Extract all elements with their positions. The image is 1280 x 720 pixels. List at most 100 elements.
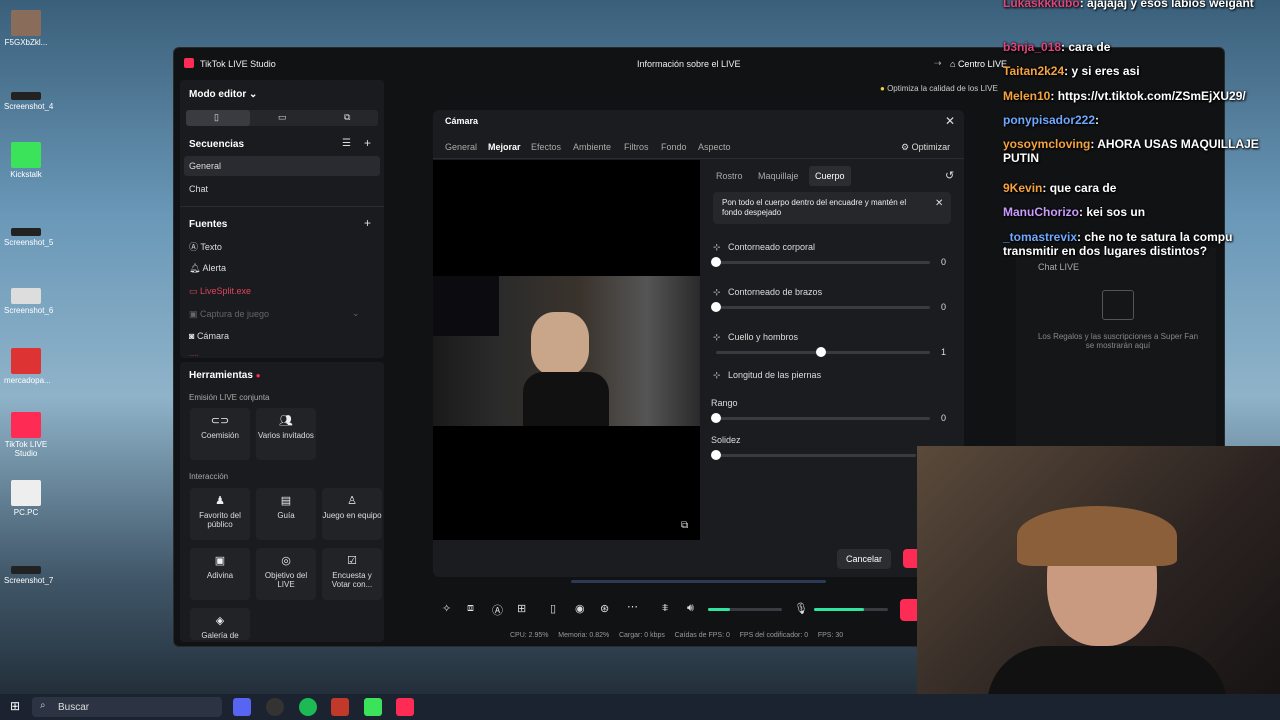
slider-knob[interactable] — [815, 347, 826, 357]
chat-message: Melen10: https://vt.tiktok.com/ZSmEjXU29… — [1003, 89, 1246, 103]
kick-icon[interactable] — [364, 698, 382, 716]
discord-icon[interactable] — [233, 698, 251, 716]
slider-knob[interactable] — [711, 257, 721, 267]
tiktok-icon[interactable] — [396, 698, 414, 716]
solidez-slider[interactable] — [716, 454, 916, 457]
divider — [180, 206, 384, 207]
sequence-item-chat[interactable]: Chat — [189, 184, 208, 194]
adivina-button[interactable]: ▣ Adivina — [190, 548, 250, 600]
speaker-icon[interactable]: 🔊︎ — [687, 602, 694, 615]
source-partial[interactable]: ..... — [189, 351, 199, 357]
optimize-hint[interactable]: ● Optimiza la calidad de los LIVE — [880, 84, 998, 93]
list-icon[interactable]: ☰ — [342, 138, 351, 149]
optimize-button[interactable]: ⚙ Optimizar — [901, 142, 950, 153]
taskbar-search[interactable]: ⌕ Buscar — [32, 697, 222, 717]
desktop-icon-mercadopago[interactable]: mercadopa... — [4, 348, 51, 385]
portrait-icon: ▯ — [214, 112, 219, 122]
record-icon[interactable]: ◉ — [575, 602, 585, 615]
chat-user: _tomastrevix — [1003, 230, 1078, 244]
landscape-icon[interactable]: ▭ — [278, 112, 287, 123]
desktop-icon-label: Kickstalk — [10, 170, 42, 179]
desktop-icon-screenshot6[interactable]: Screenshot_6 — [4, 288, 53, 315]
contorneado-corporal-slider[interactable] — [716, 261, 930, 264]
desktop-icon-screenshot5[interactable]: Screenshot_5 — [4, 228, 53, 247]
source-alerta[interactable]: 🔔︎ Alerta — [189, 263, 226, 274]
mode-editor-dropdown[interactable]: Modo editor ⌄ — [189, 89, 257, 100]
juego-equipo-button[interactable]: ♙ Juego en equipo — [322, 488, 382, 540]
encoder-stat: FPS del codificador: 0 — [739, 632, 809, 639]
magic-wand-icon[interactable]: ✧ — [442, 602, 451, 615]
visibility-icon[interactable]: ⌄ — [352, 308, 360, 319]
slider-knob[interactable] — [711, 302, 721, 312]
speaker-volume-slider[interactable] — [708, 608, 782, 611]
cancel-button[interactable]: Cancelar — [837, 549, 892, 569]
desktop-icon-tiktok-live[interactable]: TikTok LIVE Studio — [4, 412, 48, 458]
tab-general[interactable]: General — [445, 142, 477, 152]
coemision-button[interactable]: ⊂⊃ Coemisión — [190, 408, 250, 460]
add-frame-icon[interactable]: ⊞ — [517, 602, 526, 615]
subtab-rostro[interactable]: Rostro — [716, 171, 743, 181]
more-icon[interactable]: ⋯ — [627, 600, 638, 613]
mirror-icon[interactable]: ⧉ — [681, 520, 688, 531]
notice-close-icon[interactable]: ✕ — [935, 198, 943, 209]
tab-filtros[interactable]: Filtros — [624, 142, 649, 152]
crop-icon[interactable]: ⧈ — [467, 602, 474, 615]
slider-knob[interactable] — [711, 450, 721, 460]
tab-aspecto[interactable]: Aspecto — [698, 142, 731, 152]
chevron-down-icon: ⌄ — [249, 89, 258, 100]
chat-user: Melen10 — [1003, 89, 1051, 103]
mixer-icon[interactable]: ⩨ — [662, 602, 668, 615]
scrollbar[interactable] — [571, 580, 826, 583]
desktop-icon-kickstalk[interactable]: Kickstalk — [4, 142, 48, 179]
desktop-icon-f5g[interactable]: F5GXbZkl... — [4, 10, 48, 47]
share-icon[interactable]: ⇢ — [934, 58, 942, 69]
desktop-icon-screenshot4[interactable]: Screenshot_4 — [4, 92, 53, 111]
voicemod-icon[interactable] — [331, 698, 349, 716]
source-captura-juego[interactable]: ▣ Captura de juego — [189, 309, 269, 320]
rango-slider[interactable] — [716, 417, 930, 420]
subtab-maquillaje[interactable]: Maquillaje — [758, 171, 799, 181]
obs-icon[interactable] — [266, 698, 284, 716]
mic-volume-fill — [814, 608, 865, 611]
mem-stat: Memoria: 0.82% — [558, 632, 610, 639]
centro-live-link[interactable]: ⌂ Centro LIVE — [950, 59, 1007, 69]
tiktok-logo-icon — [184, 58, 194, 68]
apply-button[interactable] — [903, 549, 917, 568]
dual-layout-icon[interactable]: ⧉ — [344, 112, 350, 123]
subtab-cuerpo[interactable]: Cuerpo — [809, 166, 851, 186]
slider-knob[interactable] — [711, 413, 721, 423]
phone-icon[interactable]: ▯ — [550, 602, 556, 615]
sequence-item-general[interactable]: General — [184, 156, 380, 176]
favorito-publico-button[interactable]: ♟ Favorito del público — [190, 488, 250, 540]
chat-user: yosoymcloving — [1003, 137, 1091, 151]
source-texto[interactable]: Ⓐ Texto — [189, 240, 222, 253]
close-icon[interactable]: ✕ — [945, 114, 955, 128]
tab-efectos[interactable]: Efectos — [531, 142, 561, 152]
guia-button[interactable]: ▤ Guía — [256, 488, 316, 540]
spotify-icon[interactable] — [299, 698, 317, 716]
source-camara[interactable]: ◙ Cámara — [189, 331, 229, 341]
ai-icon[interactable]: Ⓐ — [492, 602, 503, 618]
camera-dialog-title: Cámara — [445, 116, 479, 126]
varios-invitados-button[interactable]: 👥︎ Varios invitados — [256, 408, 316, 460]
tab-mejorar[interactable]: Mejorar — [488, 142, 521, 152]
add-source-icon[interactable]: + — [364, 216, 371, 230]
windows-start-icon[interactable]: ⊞ — [10, 699, 20, 713]
encuesta-button[interactable]: ☑ Encuesta y Votar con... — [322, 548, 382, 600]
slider-label-cuello-hombros: Cuello y hombros — [728, 332, 799, 342]
contorneado-brazos-slider[interactable] — [716, 306, 930, 309]
go-live-button[interactable] — [900, 599, 918, 621]
microphone-icon[interactable]: 🎙︎ — [794, 602, 808, 615]
source-livesplit[interactable]: ▭ LiveSplit.exe — [189, 286, 251, 297]
add-sequence-icon[interactable]: + — [364, 136, 371, 150]
tab-ambiente[interactable]: Ambiente — [573, 142, 611, 152]
live-info-title[interactable]: Información sobre el LIVE — [637, 59, 741, 69]
reset-icon[interactable]: ↺ — [945, 169, 954, 182]
desktop-icon-screenshot7[interactable]: Screenshot_7 — [4, 566, 53, 585]
desktop-icon-pc[interactable]: PC.PC — [4, 480, 48, 517]
camera-settings-icon[interactable]: ⊛ — [600, 602, 609, 615]
objetivo-live-button[interactable]: ◎ Objetivo del LIVE — [256, 548, 316, 600]
galeria-button[interactable]: ◈ Galería de — [190, 608, 250, 640]
tab-fondo[interactable]: Fondo — [661, 142, 687, 152]
mic-volume-slider[interactable] — [814, 608, 888, 611]
